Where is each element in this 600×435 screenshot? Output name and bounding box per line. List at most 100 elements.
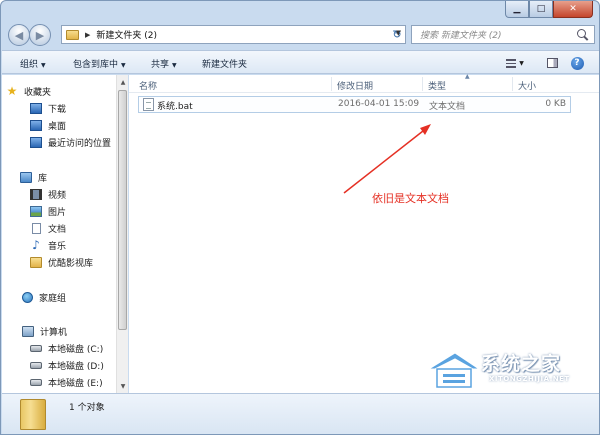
column-header-type[interactable]: 类型 bbox=[428, 79, 446, 92]
scrollbar-thumb[interactable] bbox=[118, 90, 127, 330]
sidebar-item-downloads[interactable]: 下载 bbox=[30, 100, 66, 116]
maximize-icon: □ bbox=[536, 4, 546, 14]
file-type: 文本文档 bbox=[429, 102, 466, 112]
explorer-window: ▁ □ ✕ ◀ ▶ ▶ 新建文件夹 (2) ▼ ↻ 搜索 新建文件夹 (2) 组… bbox=[0, 0, 600, 435]
new-folder-button[interactable]: 新建文件夹 bbox=[202, 57, 247, 70]
include-in-library-label: 包含到库中 bbox=[73, 60, 119, 70]
sidebar-item-drive-e[interactable]: 本地磁盘 (E:) bbox=[30, 374, 103, 390]
sidebar-item-youku-library[interactable]: 优酷影视库 bbox=[30, 254, 93, 270]
sidebar-item-pictures[interactable]: 图片 bbox=[30, 203, 66, 219]
organize-label: 组织 bbox=[20, 60, 39, 70]
chevron-down-icon: ▼ bbox=[121, 62, 126, 69]
sidebar-item-drive-c[interactable]: 本地磁盘 (C:) bbox=[30, 340, 103, 356]
scroll-down-arrow-icon[interactable]: ▼ bbox=[117, 379, 129, 393]
sidebar-item-music[interactable]: ♪ 音乐 bbox=[30, 237, 66, 253]
item-count: 1 个对象 bbox=[69, 403, 105, 413]
sidebar-item-videos[interactable]: 视频 bbox=[30, 186, 66, 202]
sidebar-item-label: 本地磁盘 (D:) bbox=[48, 361, 104, 372]
include-in-library-button[interactable]: 包含到库中 ▼ bbox=[73, 57, 126, 70]
back-arrow-icon: ◀ bbox=[14, 28, 24, 42]
preview-pane-icon bbox=[546, 58, 558, 68]
search-box[interactable]: 搜索 新建文件夹 (2) bbox=[411, 25, 595, 44]
folder-icon bbox=[66, 29, 79, 40]
watermark-site: XITONGZHIJIA.NET bbox=[489, 375, 570, 383]
file-modified-date: 2016-04-01 15:09 bbox=[338, 99, 420, 109]
help-button[interactable]: ? bbox=[569, 55, 585, 71]
folder-icon bbox=[30, 256, 42, 268]
column-header-name[interactable]: 名称 bbox=[139, 79, 157, 92]
new-folder-label: 新建文件夹 bbox=[202, 60, 248, 70]
caption-buttons: ▁ □ ✕ bbox=[505, 1, 593, 20]
sidebar-item-label: 下载 bbox=[48, 104, 67, 115]
chevron-down-icon: ▼ bbox=[172, 62, 177, 69]
annotation-arrow-line bbox=[343, 130, 424, 194]
file-row[interactable]: 系统.bat 2016-04-01 15:09 文本文档 0 KB bbox=[138, 96, 571, 113]
change-view-button[interactable]: ▼ bbox=[500, 55, 530, 71]
search-icon[interactable] bbox=[577, 28, 589, 41]
sidebar-item-libraries[interactable]: 库 bbox=[20, 169, 47, 185]
navigation-pane-scrollbar[interactable]: ▲ ▼ bbox=[116, 75, 128, 393]
file-name: 系统.bat bbox=[157, 102, 193, 112]
star-icon: ★ bbox=[6, 83, 18, 98]
help-icon: ? bbox=[570, 56, 584, 70]
refresh-icon: ↻ bbox=[392, 28, 402, 41]
chevron-down-icon: ▼ bbox=[519, 59, 524, 67]
breadcrumb-chevron-icon[interactable]: ▶ bbox=[85, 31, 90, 39]
text-file-icon bbox=[143, 98, 154, 111]
forward-button[interactable]: ▶ bbox=[29, 24, 51, 46]
sidebar-item-label: 音乐 bbox=[48, 241, 67, 252]
sidebar-item-computer[interactable]: 计算机 bbox=[22, 323, 67, 339]
sidebar-item-desktop[interactable]: 桌面 bbox=[30, 117, 66, 133]
watermark-name: 系统之家 bbox=[481, 353, 562, 375]
address-bar[interactable]: ▶ 新建文件夹 (2) ▼ bbox=[61, 25, 406, 44]
file-list-pane: 名称 修改日期 ▲ 类型 大小 系统.bat 2016-04-01 15:09 … bbox=[129, 73, 599, 393]
back-button[interactable]: ◀ bbox=[8, 24, 30, 46]
sidebar-item-label: 家庭组 bbox=[39, 293, 67, 304]
column-divider[interactable] bbox=[331, 77, 332, 91]
computer-icon bbox=[22, 325, 34, 337]
refresh-button[interactable]: ↻ bbox=[388, 25, 406, 44]
hard-drive-icon bbox=[30, 344, 42, 352]
share-label: 共享 bbox=[151, 60, 170, 70]
command-toolbar: 组织 ▼ 包含到库中 ▼ 共享 ▼ 新建文件夹 ▼ ? bbox=[2, 50, 599, 74]
downloads-folder-icon bbox=[30, 102, 42, 114]
column-divider[interactable] bbox=[512, 77, 513, 91]
minimize-button[interactable]: ▁ bbox=[505, 1, 529, 18]
folder-icon bbox=[20, 399, 46, 430]
maximize-button[interactable]: □ bbox=[529, 1, 553, 18]
recent-places-icon bbox=[30, 136, 42, 148]
chevron-down-icon: ▼ bbox=[41, 62, 46, 69]
column-divider[interactable] bbox=[422, 77, 423, 91]
sidebar-item-label: 图片 bbox=[48, 207, 67, 218]
preview-pane-button[interactable] bbox=[544, 55, 560, 71]
sidebar-item-drive-d[interactable]: 本地磁盘 (D:) bbox=[30, 357, 104, 373]
sidebar-item-favorites[interactable]: ★ 收藏夹 bbox=[6, 83, 51, 99]
document-icon bbox=[32, 222, 41, 234]
close-button[interactable]: ✕ bbox=[553, 1, 593, 18]
column-header-size[interactable]: 大小 bbox=[518, 79, 536, 92]
hard-drive-icon bbox=[30, 378, 42, 386]
minimize-icon: ▁ bbox=[513, 4, 521, 14]
search-input[interactable]: 搜索 新建文件夹 (2) bbox=[420, 28, 577, 41]
sidebar-item-label: 本地磁盘 (E:) bbox=[48, 378, 103, 389]
sidebar-item-homegroup[interactable]: 家庭组 bbox=[22, 289, 66, 305]
share-menu-button[interactable]: 共享 ▼ bbox=[151, 57, 177, 70]
sidebar-item-label: 本地磁盘 (C:) bbox=[48, 344, 104, 355]
sidebar-item-label: 优酷影视库 bbox=[48, 258, 94, 269]
annotation-arrow-head bbox=[420, 124, 431, 135]
sidebar-item-label: 库 bbox=[38, 173, 48, 184]
hard-drive-icon bbox=[30, 361, 42, 369]
sidebar-item-documents[interactable]: 文档 bbox=[30, 220, 66, 236]
organize-menu-button[interactable]: 组织 ▼ bbox=[20, 57, 46, 70]
sidebar-item-label: 桌面 bbox=[48, 121, 67, 132]
sidebar-item-recent-places[interactable]: 最近访问的位置 bbox=[30, 134, 111, 150]
breadcrumb-current-folder[interactable]: 新建文件夹 (2) bbox=[96, 28, 157, 41]
desktop-icon bbox=[30, 119, 42, 131]
watermark: 系统之家 XITONGZHIJIA.NET bbox=[425, 345, 599, 393]
video-icon bbox=[30, 188, 42, 200]
close-icon: ✕ bbox=[569, 4, 577, 14]
annotation-text: 依旧是文本文档 bbox=[372, 192, 449, 205]
pictures-icon bbox=[30, 205, 42, 217]
column-header-modified[interactable]: 修改日期 bbox=[337, 79, 373, 92]
scroll-up-arrow-icon[interactable]: ▲ bbox=[117, 75, 129, 89]
